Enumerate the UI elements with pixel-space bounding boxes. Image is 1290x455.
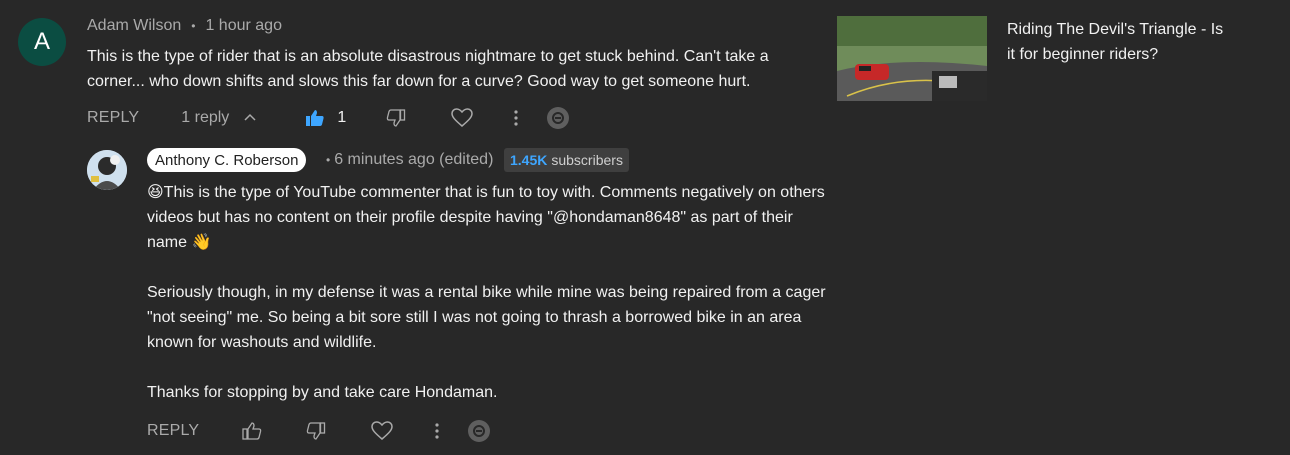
video-title[interactable]: Riding The Devil's Triangle - Is it for … <box>1007 17 1227 67</box>
comment-author[interactable]: Adam Wilson <box>87 17 181 35</box>
reply-author-pill[interactable]: Anthony C. Roberson <box>147 148 307 172</box>
reply-text: 😆This is the type of YouTube commenter t… <box>147 180 837 405</box>
extension-badge-icon[interactable] <box>546 106 570 130</box>
commenter-avatar[interactable]: A <box>18 18 66 66</box>
thumbs-up-icon[interactable] <box>305 108 325 128</box>
more-vert-icon[interactable] <box>435 423 439 439</box>
reply-actions: REPLY <box>147 418 491 444</box>
extension-badge-icon[interactable] <box>467 419 491 443</box>
heart-icon[interactable] <box>371 421 394 441</box>
comment-text: This is the type of rider that is an abs… <box>87 48 769 90</box>
reply-header: • 6 minutes ago (edited) <box>322 150 493 170</box>
more-vert-icon[interactable] <box>514 110 518 126</box>
reply-button[interactable]: REPLY <box>147 422 199 440</box>
reply-paragraph: 😆This is the type of YouTube commenter t… <box>147 184 825 251</box>
thumbs-down-icon[interactable] <box>386 108 406 128</box>
heart-icon[interactable] <box>451 108 473 128</box>
subscriber-label: subscribers <box>551 152 623 168</box>
subscriber-badge: 1.45K subscribers <box>504 148 629 172</box>
comment-time[interactable]: 1 hour ago <box>205 17 282 35</box>
reply-avatar[interactable] <box>87 150 127 190</box>
avatar-letter: A <box>33 28 50 55</box>
separator-dot: • <box>326 153 331 167</box>
thumbs-down-icon[interactable] <box>306 421 326 441</box>
comment-actions: REPLY 1 reply 1 <box>87 105 570 131</box>
reply-paragraph: Thanks for stopping by and take care Hon… <box>147 384 498 401</box>
comment-header: Adam Wilson • 1 hour ago <box>87 16 282 36</box>
reply-paragraph: Seriously though, in my defense it was a… <box>147 284 826 351</box>
video-thumbnail[interactable] <box>837 16 987 101</box>
chevron-up-icon[interactable] <box>243 111 257 125</box>
like-count: 1 <box>337 109 347 126</box>
reply-time[interactable]: 6 minutes ago (edited) <box>334 151 493 169</box>
replies-toggle[interactable]: 1 reply <box>181 109 229 127</box>
separator-dot: • <box>191 19 196 33</box>
thumbs-up-icon[interactable] <box>242 421 262 441</box>
reply-button[interactable]: REPLY <box>87 109 139 127</box>
subscriber-count: 1.45K <box>510 152 548 168</box>
